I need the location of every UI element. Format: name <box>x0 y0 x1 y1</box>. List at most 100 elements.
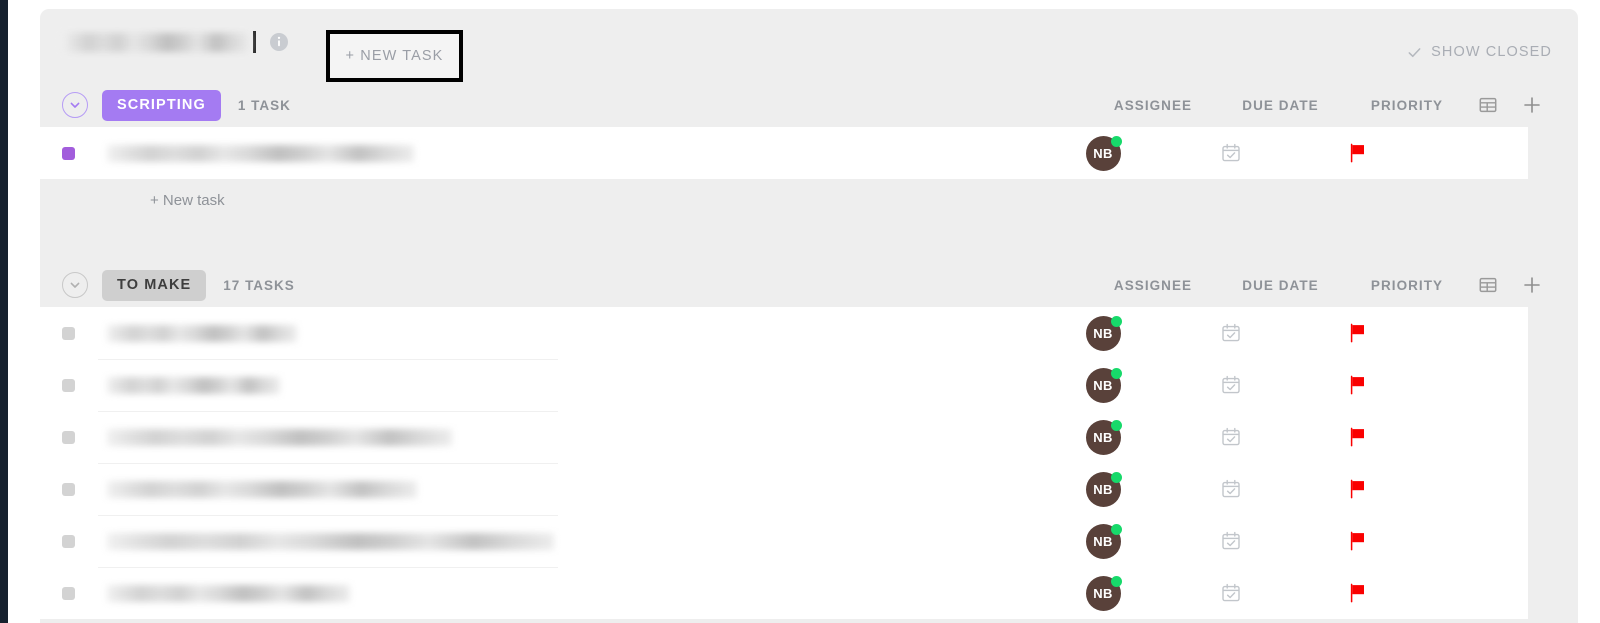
chevron-down-circle-icon[interactable] <box>62 272 88 298</box>
table-row[interactable]: NB <box>40 307 1528 359</box>
cell-due-date[interactable] <box>1163 142 1298 164</box>
calendar-check-icon <box>1221 531 1240 550</box>
avatar[interactable]: NB <box>1085 523 1122 559</box>
task-name-redacted[interactable] <box>107 376 280 394</box>
app-root: + NEW TASK SHOW CLOSED SCRIPTING 1 TASK … <box>0 0 1600 623</box>
workspace: + NEW TASK SHOW CLOSED SCRIPTING 1 TASK … <box>8 0 1600 623</box>
cell-assignee[interactable]: NB <box>1043 135 1163 171</box>
task-status-indicator[interactable] <box>62 146 75 160</box>
cell-priority[interactable] <box>1298 374 1416 396</box>
table-row[interactable]: NB <box>40 411 1528 463</box>
cell-assignee[interactable]: NB <box>1043 575 1163 611</box>
group-name-pill[interactable]: SCRIPTING <box>102 89 221 121</box>
add-column-plus-icon[interactable] <box>1510 95 1554 115</box>
cell-due-date[interactable] <box>1163 426 1298 448</box>
task-status-indicator[interactable] <box>62 482 75 496</box>
group-spacer <box>40 221 1578 263</box>
presence-online-dot <box>1110 575 1122 587</box>
cell-priority[interactable] <box>1298 530 1416 552</box>
cell-due-date[interactable] <box>1163 322 1298 344</box>
show-closed-toggle[interactable]: SHOW CLOSED <box>1407 44 1552 60</box>
avatar-initials: NB <box>1093 585 1113 601</box>
avatar[interactable]: NB <box>1085 419 1122 455</box>
new-task-button[interactable]: + NEW TASK <box>326 30 463 82</box>
calendar-check-icon <box>1221 583 1240 602</box>
avatar[interactable]: NB <box>1085 575 1122 611</box>
flag-icon <box>1350 531 1364 551</box>
cell-priority[interactable] <box>1298 142 1416 164</box>
task-name-redacted[interactable] <box>107 324 297 342</box>
cell-due-date[interactable] <box>1163 478 1298 500</box>
cell-due-date[interactable] <box>1163 582 1298 604</box>
avatar[interactable]: NB <box>1085 315 1122 351</box>
list-title-redacted <box>62 33 250 52</box>
task-rows-to-make: NB NB NB NB NB NB <box>40 307 1528 619</box>
cell-priority[interactable] <box>1298 322 1416 344</box>
task-status-indicator[interactable] <box>62 586 75 600</box>
avatar[interactable]: NB <box>1085 367 1122 403</box>
calendar-check-icon <box>1221 323 1240 342</box>
avatar-initials: NB <box>1093 325 1113 341</box>
avatar[interactable]: NB <box>1085 135 1122 171</box>
table-view-icon[interactable] <box>1466 276 1510 294</box>
add-task-inline-button[interactable]: + New task <box>40 179 1578 221</box>
add-task-label: + New task <box>150 191 225 209</box>
task-status-indicator[interactable] <box>62 326 75 340</box>
task-name-redacted[interactable] <box>107 480 417 498</box>
task-rows-scripting: NB <box>40 127 1528 179</box>
column-header-due-date[interactable]: DUE DATE <box>1213 98 1348 113</box>
column-headers: ASSIGNEE DUE DATE PRIORITY <box>1093 263 1554 307</box>
cell-assignee[interactable]: NB <box>1043 367 1163 403</box>
chevron-down-circle-icon[interactable] <box>62 92 88 118</box>
cell-priority[interactable] <box>1298 582 1416 604</box>
table-row[interactable]: NB <box>40 515 1528 567</box>
cell-assignee[interactable]: NB <box>1043 523 1163 559</box>
list-title-block <box>62 31 288 53</box>
avatar-initials: NB <box>1093 377 1113 393</box>
task-list-panel: + NEW TASK SHOW CLOSED SCRIPTING 1 TASK … <box>40 9 1578 623</box>
task-name-redacted[interactable] <box>107 144 414 162</box>
table-row[interactable]: NB <box>40 567 1528 619</box>
task-group-to-make: TO MAKE 17 TASKS ASSIGNEE DUE DATE PRIOR… <box>40 263 1578 619</box>
avatar-initials: NB <box>1093 533 1113 549</box>
row-cells: NB <box>1043 515 1504 567</box>
cell-assignee[interactable]: NB <box>1043 419 1163 455</box>
row-cells: NB <box>1043 567 1504 619</box>
cell-due-date[interactable] <box>1163 374 1298 396</box>
task-name-redacted[interactable] <box>107 428 452 446</box>
column-header-priority[interactable]: PRIORITY <box>1348 98 1466 113</box>
info-icon[interactable] <box>270 33 288 51</box>
column-header-priority[interactable]: PRIORITY <box>1348 278 1466 293</box>
table-row[interactable]: NB <box>40 463 1528 515</box>
column-header-assignee[interactable]: ASSIGNEE <box>1093 278 1213 293</box>
flag-icon <box>1350 479 1364 499</box>
check-icon <box>1407 45 1422 60</box>
table-view-icon[interactable] <box>1466 96 1510 114</box>
group-name-pill[interactable]: TO MAKE <box>102 269 207 301</box>
cell-due-date[interactable] <box>1163 530 1298 552</box>
title-text-caret <box>253 31 256 53</box>
add-column-plus-icon[interactable] <box>1510 275 1554 295</box>
calendar-check-icon <box>1221 375 1240 394</box>
column-header-assignee[interactable]: ASSIGNEE <box>1093 98 1213 113</box>
cell-assignee[interactable]: NB <box>1043 471 1163 507</box>
table-row[interactable]: NB <box>40 127 1528 179</box>
flag-icon <box>1350 323 1364 343</box>
flag-icon <box>1350 375 1364 395</box>
cell-priority[interactable] <box>1298 478 1416 500</box>
flag-icon <box>1350 143 1364 163</box>
column-header-due-date[interactable]: DUE DATE <box>1213 278 1348 293</box>
row-cells: NB <box>1043 411 1504 463</box>
task-group-scripting: SCRIPTING 1 TASK ASSIGNEE DUE DATE PRIOR… <box>40 83 1578 221</box>
flag-icon <box>1350 583 1364 603</box>
task-status-indicator[interactable] <box>62 534 75 548</box>
presence-online-dot <box>1110 367 1122 379</box>
task-name-redacted[interactable] <box>107 584 350 602</box>
cell-assignee[interactable]: NB <box>1043 315 1163 351</box>
avatar[interactable]: NB <box>1085 471 1122 507</box>
task-name-redacted[interactable] <box>107 532 554 550</box>
table-row[interactable]: NB <box>40 359 1528 411</box>
cell-priority[interactable] <box>1298 426 1416 448</box>
task-status-indicator[interactable] <box>62 430 75 444</box>
task-status-indicator[interactable] <box>62 378 75 392</box>
